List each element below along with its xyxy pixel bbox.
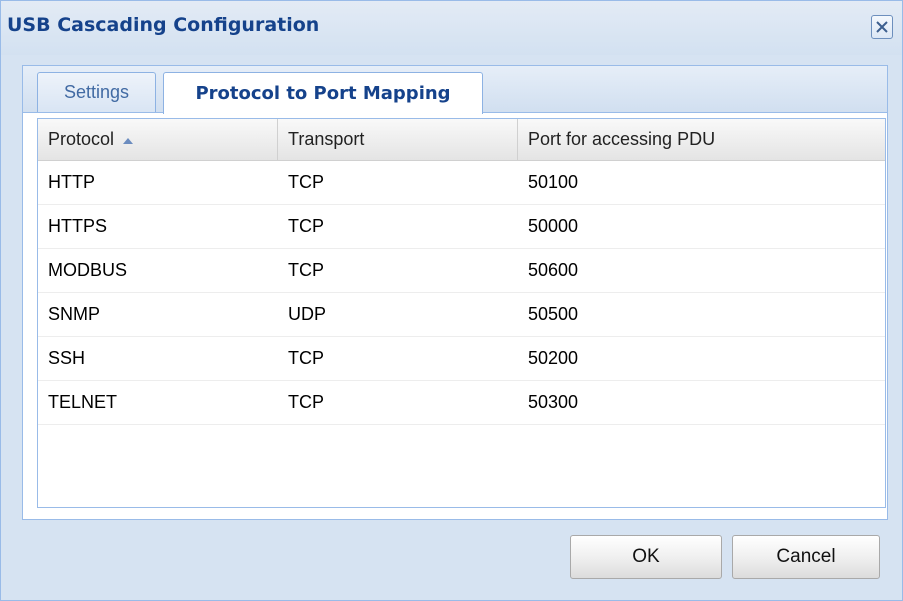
tab-strip: Settings Protocol to Port Mapping bbox=[23, 66, 887, 114]
protocol-cell: SNMP bbox=[48, 304, 101, 324]
port-cell: 50100 bbox=[528, 172, 579, 192]
protocol-cell: SSH bbox=[48, 348, 86, 368]
port-cell: 50200 bbox=[528, 348, 579, 368]
usb-cascading-dialog: USB Cascading Configuration Settings Pro… bbox=[0, 0, 903, 601]
ok-button[interactable]: OK bbox=[570, 535, 722, 579]
transport-cell: TCP bbox=[288, 348, 324, 368]
column-header-transport[interactable]: Transport bbox=[278, 119, 518, 160]
transport-cell: TCP bbox=[288, 260, 324, 280]
table-row[interactable]: SSH TCP 50200 bbox=[38, 337, 885, 381]
port-cell: 50600 bbox=[528, 260, 579, 280]
port-cell: 50000 bbox=[528, 216, 579, 236]
column-header-label: Protocol bbox=[48, 129, 115, 149]
close-button[interactable] bbox=[871, 15, 893, 39]
protocol-cell: TELNET bbox=[48, 392, 118, 412]
grid-header: Protocol Transport Port for accessing PD… bbox=[38, 119, 885, 161]
column-header-label: Transport bbox=[288, 129, 365, 149]
transport-cell: TCP bbox=[288, 172, 324, 192]
tab-panel: Settings Protocol to Port Mapping Protoc… bbox=[22, 65, 888, 520]
dialog-title-bar[interactable]: USB Cascading Configuration bbox=[1, 1, 902, 55]
table-row[interactable]: HTTPS TCP 50000 bbox=[38, 205, 885, 249]
tab-protocol-to-port-mapping[interactable]: Protocol to Port Mapping bbox=[163, 72, 483, 114]
column-header-protocol[interactable]: Protocol bbox=[38, 119, 278, 160]
tab-settings[interactable]: Settings bbox=[37, 72, 156, 112]
protocol-cell: HTTP bbox=[48, 172, 95, 192]
column-header-port[interactable]: Port for accessing PDU bbox=[518, 119, 885, 160]
grid-body: HTTP TCP 50100 HTTPS TCP 50000 MODBUS TC… bbox=[38, 161, 885, 425]
protocol-cell: HTTPS bbox=[48, 216, 108, 236]
table-row[interactable]: SNMP UDP 50500 bbox=[38, 293, 885, 337]
column-header-label: Port for accessing PDU bbox=[528, 129, 716, 149]
cancel-button[interactable]: Cancel bbox=[732, 535, 880, 579]
transport-cell: TCP bbox=[288, 392, 324, 412]
table-row[interactable]: TELNET TCP 50300 bbox=[38, 381, 885, 425]
sort-ascending-icon bbox=[122, 129, 134, 150]
transport-cell: TCP bbox=[288, 216, 324, 236]
port-cell: 50500 bbox=[528, 304, 579, 324]
port-cell: 50300 bbox=[528, 392, 579, 412]
protocol-port-grid: Protocol Transport Port for accessing PD… bbox=[37, 118, 886, 508]
transport-cell: UDP bbox=[288, 304, 327, 324]
table-row[interactable]: MODBUS TCP 50600 bbox=[38, 249, 885, 293]
close-icon bbox=[875, 20, 889, 34]
dialog-title: USB Cascading Configuration bbox=[7, 14, 320, 36]
table-row[interactable]: HTTP TCP 50100 bbox=[38, 161, 885, 205]
protocol-cell: MODBUS bbox=[48, 260, 128, 280]
